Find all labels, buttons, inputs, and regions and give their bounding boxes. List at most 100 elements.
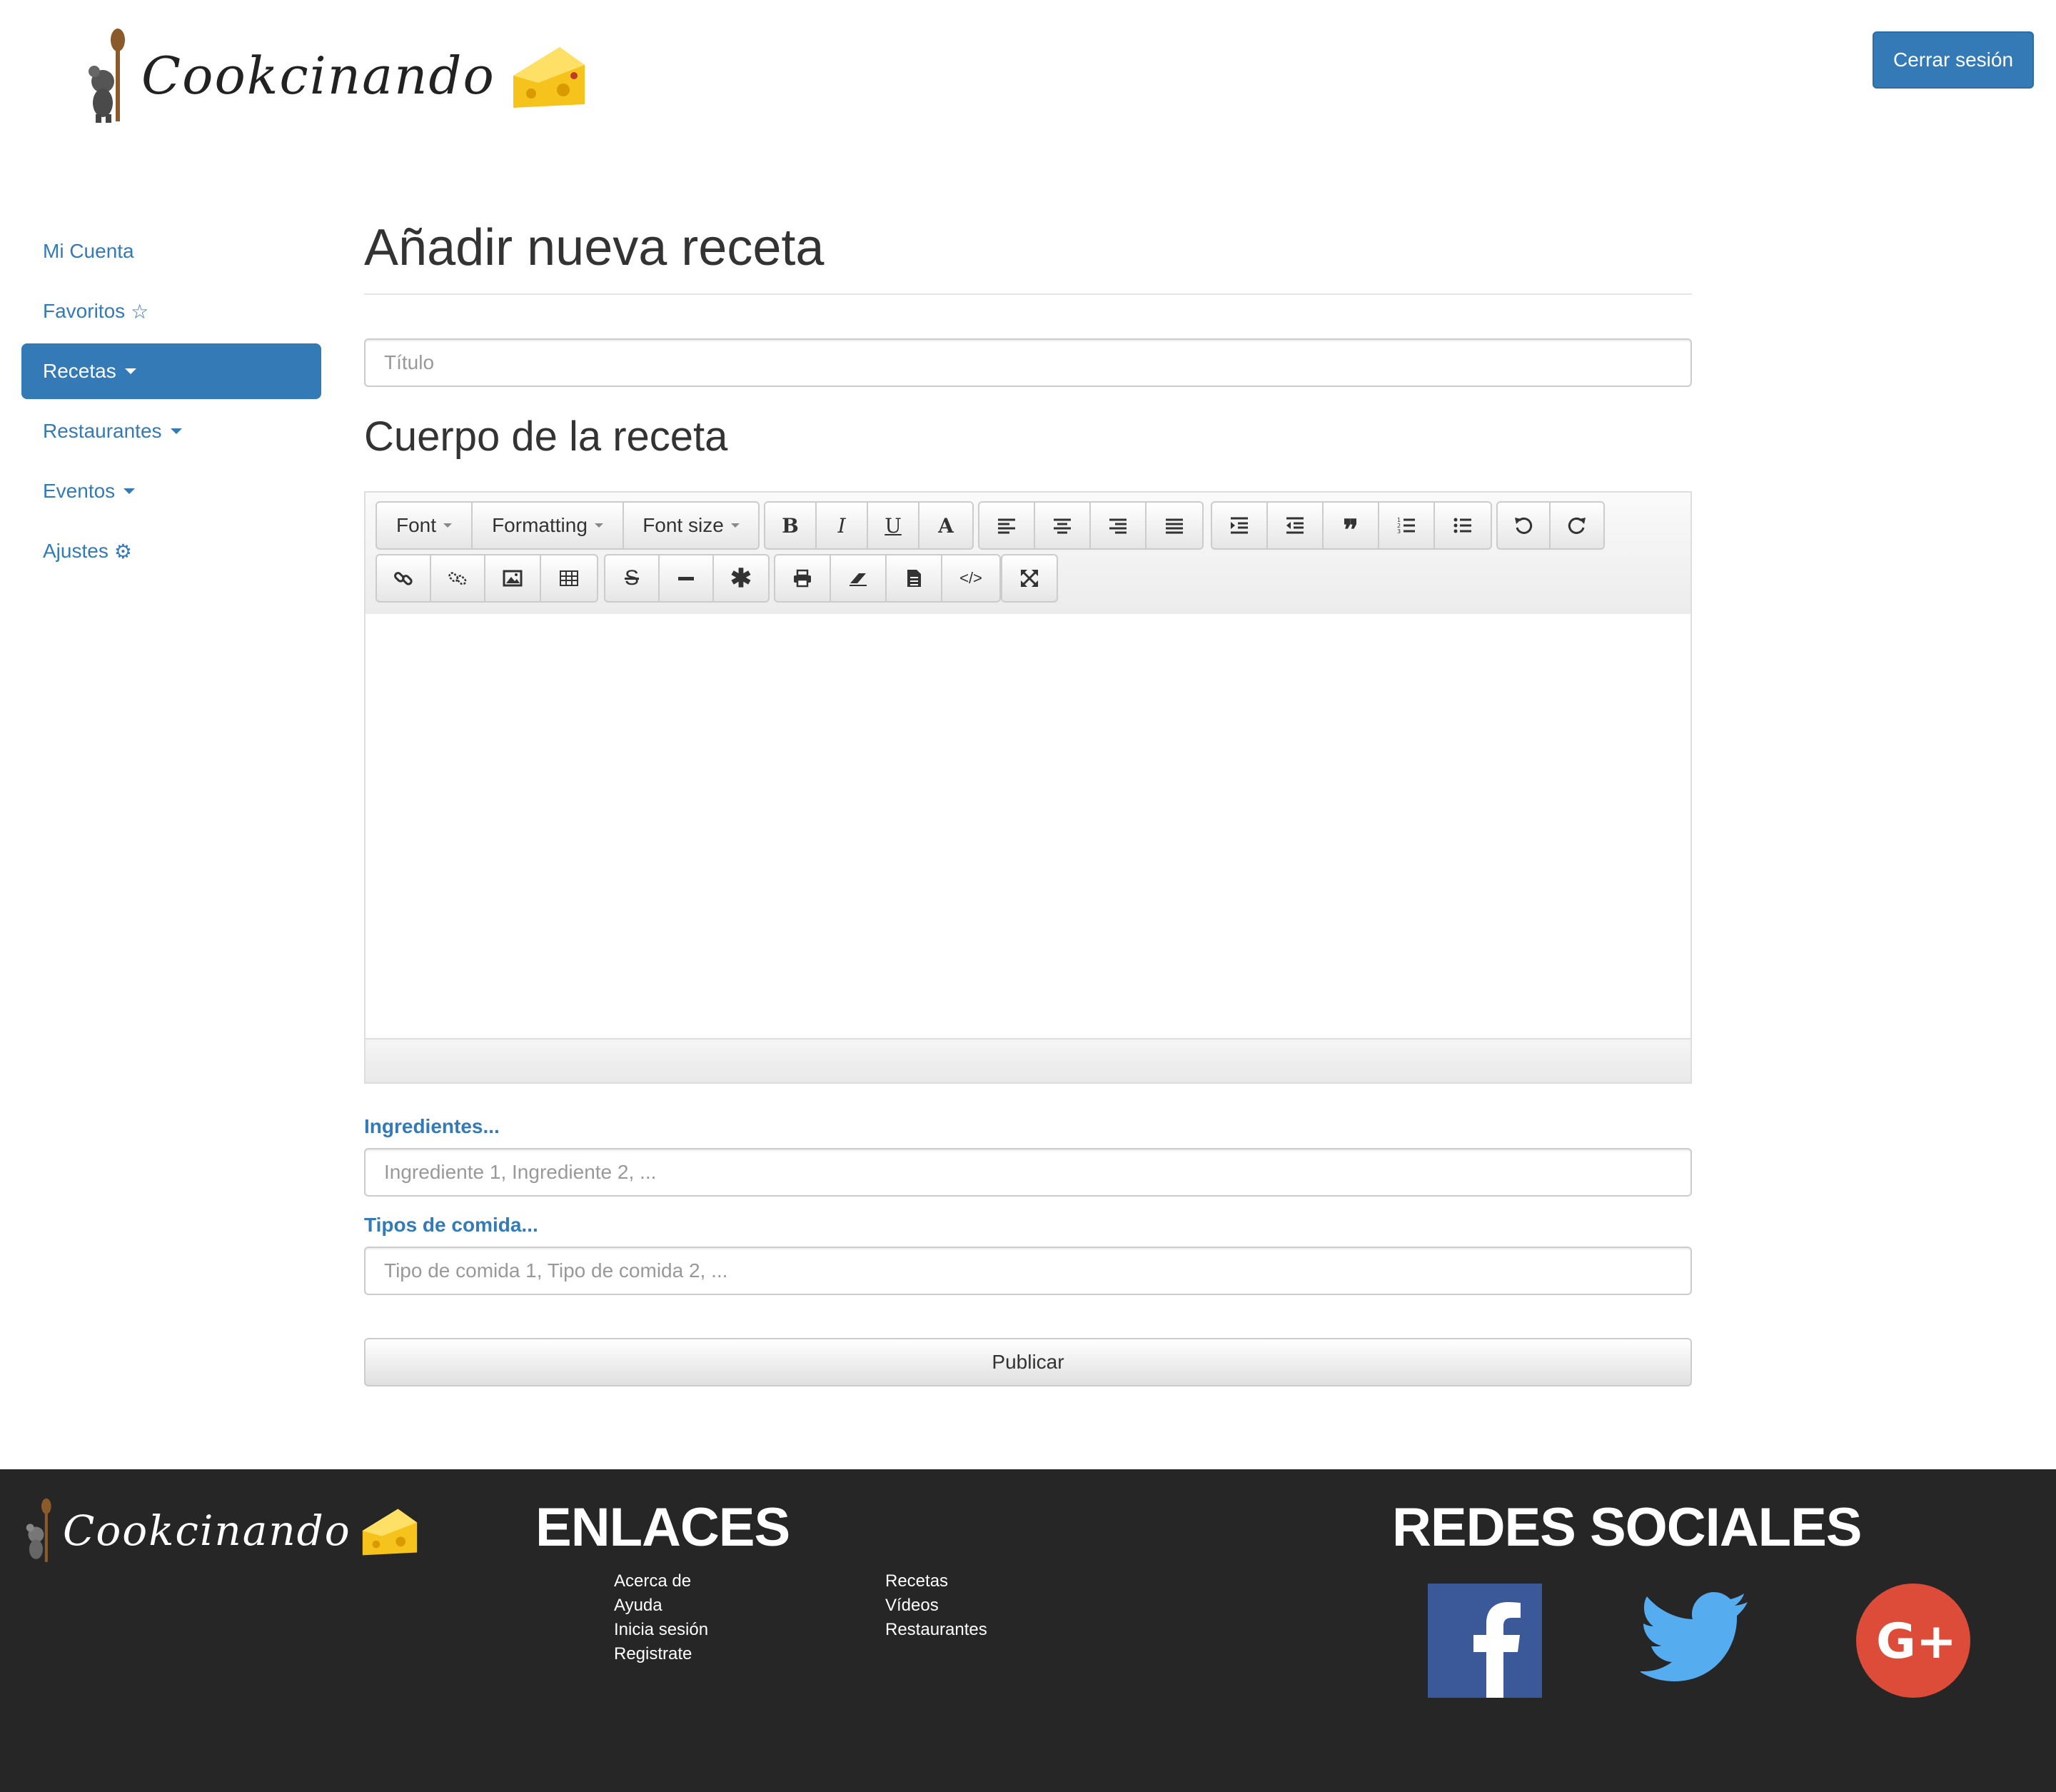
indent-icon bbox=[1231, 517, 1248, 534]
sidebar-item-recetas[interactable]: Recetas bbox=[21, 343, 321, 399]
brand-name: Cookcinando bbox=[141, 46, 495, 106]
align-right-button[interactable] bbox=[1091, 503, 1147, 548]
unlink-button[interactable] bbox=[431, 555, 485, 601]
outdent-icon bbox=[1286, 517, 1304, 534]
page-title: Añadir nueva receta bbox=[364, 219, 825, 276]
gear-icon: ⚙ bbox=[114, 540, 132, 563]
ordered-list-button[interactable]: 123 bbox=[1379, 503, 1435, 548]
italic-button[interactable]: I bbox=[817, 503, 868, 548]
food-types-label: Tipos de comida... bbox=[364, 1214, 538, 1236]
misc-group: S ✱ bbox=[604, 554, 770, 603]
align-center-icon bbox=[1054, 518, 1071, 534]
food-types-input[interactable] bbox=[364, 1247, 1692, 1295]
justify-icon bbox=[1166, 518, 1183, 534]
redo-icon bbox=[1568, 517, 1586, 534]
cheese-icon bbox=[513, 47, 585, 108]
ingredients-input[interactable] bbox=[364, 1148, 1692, 1197]
align-right-icon bbox=[1109, 518, 1127, 534]
sidebar-item-label: Ajustes bbox=[43, 540, 109, 562]
sidebar-item-mi-cuenta[interactable]: Mi Cuenta bbox=[21, 223, 321, 279]
image-button[interactable] bbox=[485, 555, 541, 601]
sidebar-item-label: Mi Cuenta bbox=[43, 240, 134, 262]
document-button[interactable] bbox=[887, 555, 942, 601]
footer-link-videos[interactable]: Vídeos bbox=[885, 1594, 987, 1618]
divider bbox=[364, 293, 1692, 295]
sidebar-item-favoritos[interactable]: Favoritos ☆ bbox=[21, 283, 321, 339]
document-icon bbox=[907, 570, 921, 587]
footer-links-col1: Acerca de Ayuda Inicia sesión Registrate bbox=[614, 1569, 708, 1666]
sidebar-item-label: Favoritos bbox=[43, 300, 126, 322]
footer-link-recetas[interactable]: Recetas bbox=[885, 1569, 987, 1594]
unlink-icon bbox=[448, 572, 467, 585]
footer-link-acerca[interactable]: Acerca de bbox=[614, 1569, 708, 1594]
font-size-dropdown[interactable]: Font size bbox=[624, 503, 758, 548]
undo-icon bbox=[1515, 517, 1533, 534]
underline-button[interactable]: U bbox=[868, 503, 919, 548]
publish-button[interactable]: Publicar bbox=[364, 1338, 1692, 1386]
footer-social-heading: REDES SOCIALES bbox=[1392, 1497, 1862, 1558]
star-icon: ☆ bbox=[131, 300, 149, 323]
font-dropdown[interactable]: Font bbox=[377, 503, 473, 548]
cheese-icon bbox=[362, 1509, 417, 1556]
formatting-dropdown[interactable]: Formatting bbox=[473, 503, 624, 548]
align-center-button[interactable] bbox=[1035, 503, 1091, 548]
font-color-button[interactable]: A bbox=[919, 503, 972, 548]
sidebar-item-label: Recetas bbox=[43, 360, 116, 382]
special-char-button[interactable]: ✱ bbox=[714, 555, 768, 601]
title-input[interactable] bbox=[364, 338, 1692, 387]
table-button[interactable] bbox=[541, 555, 597, 601]
sidebar-item-label: Restaurantes bbox=[43, 420, 162, 442]
print-button[interactable] bbox=[775, 555, 831, 601]
caret-down-icon bbox=[170, 428, 182, 434]
logout-button[interactable]: Cerrar sesión bbox=[1873, 31, 2034, 89]
insert-group bbox=[376, 554, 598, 603]
site-logo[interactable]: Cookcinando bbox=[86, 26, 588, 126]
bold-button[interactable]: B bbox=[765, 503, 817, 548]
footer-link-inicia-sesion[interactable]: Inicia sesión bbox=[614, 1618, 708, 1642]
footer-link-restaurantes[interactable]: Restaurantes bbox=[885, 1618, 987, 1642]
undo-button[interactable] bbox=[1498, 503, 1551, 548]
justify-button[interactable] bbox=[1147, 503, 1202, 548]
align-left-icon bbox=[998, 518, 1015, 534]
bullet-list-button[interactable] bbox=[1435, 503, 1491, 548]
body-heading: Cuerpo de la receta bbox=[364, 413, 728, 460]
footer-brand-name: Cookcinando bbox=[63, 1506, 351, 1555]
google-plus-icon[interactable]: G+ bbox=[1856, 1584, 1970, 1698]
link-button[interactable] bbox=[377, 555, 431, 601]
editor-toolbar: Font Formatting Font size B I U A ❞ 123 bbox=[366, 493, 1690, 614]
eraser-button[interactable] bbox=[831, 555, 887, 601]
sidebar-item-eventos[interactable]: Eventos bbox=[21, 463, 321, 519]
svg-text:3: 3 bbox=[1397, 528, 1401, 535]
code-icon: </> bbox=[959, 569, 982, 587]
redo-button[interactable] bbox=[1551, 503, 1603, 548]
horizontal-rule-button[interactable] bbox=[660, 555, 714, 601]
quote-button[interactable]: ❞ bbox=[1324, 503, 1379, 548]
source-code-button[interactable]: </> bbox=[942, 555, 999, 601]
list-group: ❞ 123 bbox=[1211, 501, 1492, 550]
align-group bbox=[978, 501, 1204, 550]
indent-button[interactable] bbox=[1212, 503, 1268, 548]
sidebar-item-restaurantes[interactable]: Restaurantes bbox=[21, 403, 321, 459]
footer-link-registrate[interactable]: Registrate bbox=[614, 1642, 708, 1666]
align-left-button[interactable] bbox=[979, 503, 1035, 548]
rich-text-editor: Font Formatting Font size B I U A ❞ 123 bbox=[364, 491, 1692, 1084]
sidebar-item-label: Eventos bbox=[43, 480, 116, 502]
footer-logo[interactable]: Cookcinando bbox=[24, 1494, 420, 1568]
facebook-icon[interactable] bbox=[1428, 1584, 1542, 1698]
strikethrough-button[interactable]: S bbox=[605, 555, 660, 601]
fullscreen-icon bbox=[1021, 570, 1038, 587]
ingredients-label: Ingredientes... bbox=[364, 1115, 500, 1137]
fullscreen-button[interactable] bbox=[1002, 555, 1057, 601]
outdent-button[interactable] bbox=[1268, 503, 1324, 548]
strikethrough-icon: S bbox=[624, 566, 639, 590]
twitter-icon[interactable] bbox=[1641, 1584, 1755, 1698]
footer-link-ayuda[interactable]: Ayuda bbox=[614, 1594, 708, 1618]
sidebar-item-ajustes[interactable]: Ajustes ⚙ bbox=[21, 523, 321, 579]
fullscreen-group bbox=[1001, 554, 1058, 603]
history-group bbox=[1496, 501, 1605, 550]
horizontal-rule-icon bbox=[678, 577, 694, 580]
table-icon bbox=[560, 570, 578, 586]
text-style-group: B I U A bbox=[764, 501, 974, 550]
font-dropdown-group: Font Formatting Font size bbox=[376, 501, 760, 550]
ordered-list-icon: 123 bbox=[1397, 517, 1415, 535]
